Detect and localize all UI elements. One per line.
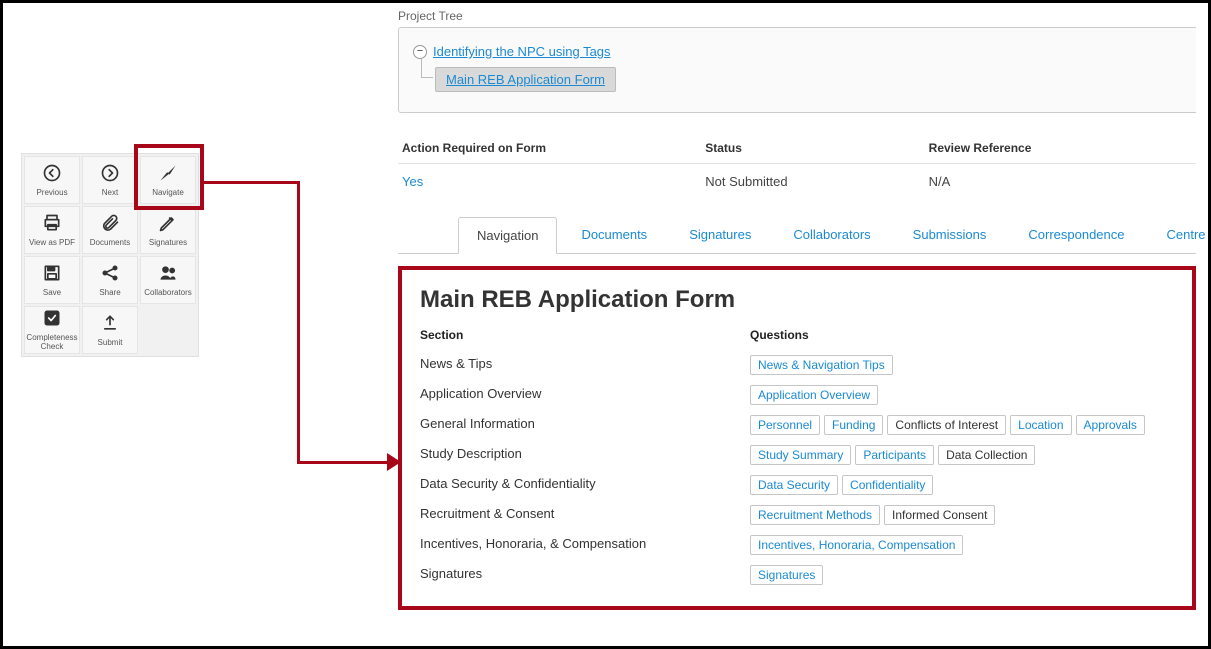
- save-button-label: Save: [43, 289, 61, 298]
- annotation-connector: [297, 461, 387, 464]
- tab-centre[interactable]: Centre: [1149, 217, 1211, 253]
- status-value: Not Submitted: [701, 164, 924, 204]
- floppy-icon: [42, 263, 62, 286]
- action-toolbar: Previous Next Navigate View as PDF Documents…: [21, 153, 199, 357]
- section-name: Data Security & Confidentiality: [420, 474, 750, 496]
- annotation-connector: [204, 181, 297, 184]
- screenshot-frame: Previous Next Navigate View as PDF Documents…: [0, 0, 1211, 649]
- annotation-connector: [297, 181, 300, 461]
- tab-submissions[interactable]: Submissions: [895, 217, 1005, 253]
- question-chip[interactable]: News & Navigation Tips: [750, 355, 893, 375]
- section-name: Signatures: [420, 564, 750, 586]
- question-chip-group: Data SecurityConfidentiality: [750, 474, 1174, 496]
- question-chip[interactable]: Recruitment Methods: [750, 505, 880, 525]
- question-chip-group: Recruitment MethodsInformed Consent: [750, 504, 1174, 526]
- question-chip[interactable]: Funding: [824, 415, 883, 435]
- question-chip[interactable]: Personnel: [750, 415, 820, 435]
- question-chip[interactable]: Confidentiality: [842, 475, 933, 495]
- next-button[interactable]: Next: [82, 156, 138, 204]
- form-tabs: NavigationDocumentsSignaturesCollaborato…: [398, 217, 1196, 254]
- navigate-button-label: Navigate: [152, 189, 184, 198]
- completeness-check-button[interactable]: Completeness Check: [24, 306, 80, 354]
- action-required-link[interactable]: Yes: [402, 174, 423, 189]
- printer-icon: [42, 213, 62, 236]
- col-status: Status: [701, 133, 924, 164]
- view-pdf-button-label: View as PDF: [29, 239, 75, 248]
- question-chip[interactable]: Application Overview: [750, 385, 878, 405]
- question-chip[interactable]: Study Summary: [750, 445, 851, 465]
- arrow-left-circle-icon: [42, 163, 62, 186]
- save-button[interactable]: Save: [24, 256, 80, 304]
- tab-collaborators[interactable]: Collaborators: [775, 217, 888, 253]
- navigate-button[interactable]: Navigate: [140, 156, 196, 204]
- paperclip-icon: [100, 213, 120, 236]
- col-review-reference: Review Reference: [925, 133, 1196, 164]
- question-chip-group: Study SummaryParticipantsData Collection: [750, 444, 1174, 466]
- section-name: Study Description: [420, 444, 750, 466]
- documents-button[interactable]: Documents: [82, 206, 138, 254]
- documents-button-label: Documents: [90, 239, 130, 248]
- question-chip[interactable]: Participants: [855, 445, 934, 465]
- tree-root-link[interactable]: Identifying the NPC using Tags: [433, 44, 611, 59]
- question-chip-group: Signatures: [750, 564, 1174, 586]
- section-name: Incentives, Honoraria, & Compensation: [420, 534, 750, 556]
- question-chip-group: Incentives, Honoraria, Compensation: [750, 534, 1174, 556]
- next-button-label: Next: [102, 189, 118, 198]
- submit-button-label: Submit: [98, 339, 123, 348]
- share-button-label: Share: [99, 289, 120, 298]
- question-chip[interactable]: Location: [1010, 415, 1071, 435]
- collaborators-button-label: Collaborators: [144, 289, 192, 298]
- share-button[interactable]: Share: [82, 256, 138, 304]
- question-chip[interactable]: Conflicts of Interest: [887, 415, 1006, 435]
- question-chip[interactable]: Incentives, Honoraria, Compensation: [750, 535, 963, 555]
- signatures-button-label: Signatures: [149, 239, 187, 248]
- tab-signatures[interactable]: Signatures: [671, 217, 769, 253]
- question-chip[interactable]: Data Collection: [938, 445, 1035, 465]
- signatures-button[interactable]: Signatures: [140, 206, 196, 254]
- question-chip[interactable]: Approvals: [1076, 415, 1145, 435]
- section-name: Application Overview: [420, 384, 750, 406]
- submit-button[interactable]: Submit: [82, 306, 138, 354]
- project-tree-box: − Identifying the NPC using Tags Main RE…: [398, 27, 1196, 113]
- view-pdf-button[interactable]: View as PDF: [24, 206, 80, 254]
- section-header: Section: [420, 328, 750, 346]
- section-name: Recruitment & Consent: [420, 504, 750, 526]
- navigation-panel: Main REB Application Form Section Questi…: [398, 266, 1196, 610]
- questions-header: Questions: [750, 328, 1174, 346]
- question-chip[interactable]: Signatures: [750, 565, 823, 585]
- tree-child-link[interactable]: Main REB Application Form: [446, 72, 605, 87]
- question-chip-group: News & Navigation Tips: [750, 354, 1174, 376]
- tab-documents[interactable]: Documents: [563, 217, 665, 253]
- question-chip[interactable]: Data Security: [750, 475, 838, 495]
- question-chip[interactable]: Informed Consent: [884, 505, 995, 525]
- form-status-table: Action Required on Form Status Review Re…: [398, 133, 1196, 203]
- previous-button-label: Previous: [36, 189, 67, 198]
- col-action-required: Action Required on Form: [398, 133, 701, 164]
- tab-navigation[interactable]: Navigation: [458, 217, 557, 254]
- share-icon: [100, 263, 120, 286]
- collaborators-button[interactable]: Collaborators: [140, 256, 196, 304]
- section-name: News & Tips: [420, 354, 750, 376]
- project-tree-label: Project Tree: [398, 9, 1196, 23]
- tree-collapse-icon[interactable]: −: [413, 45, 427, 59]
- navigation-panel-title: Main REB Application Form: [420, 286, 1174, 314]
- tree-child-button[interactable]: Main REB Application Form: [435, 67, 616, 92]
- section-name: General Information: [420, 414, 750, 436]
- previous-button[interactable]: Previous: [24, 156, 80, 204]
- tab-correspondence[interactable]: Correspondence: [1010, 217, 1142, 253]
- check-box-icon: [42, 308, 62, 331]
- pencil-icon: [158, 213, 178, 236]
- review-reference-value: N/A: [925, 164, 1196, 204]
- arrow-right-circle-icon: [100, 163, 120, 186]
- question-chip-group: Application Overview: [750, 384, 1174, 406]
- question-chip-group: PersonnelFundingConflicts of InterestLoc…: [750, 414, 1174, 436]
- people-icon: [158, 263, 178, 286]
- compass-arrow-icon: [158, 163, 178, 186]
- upload-icon: [100, 313, 120, 336]
- completeness-check-button-label: Completeness Check: [26, 334, 77, 352]
